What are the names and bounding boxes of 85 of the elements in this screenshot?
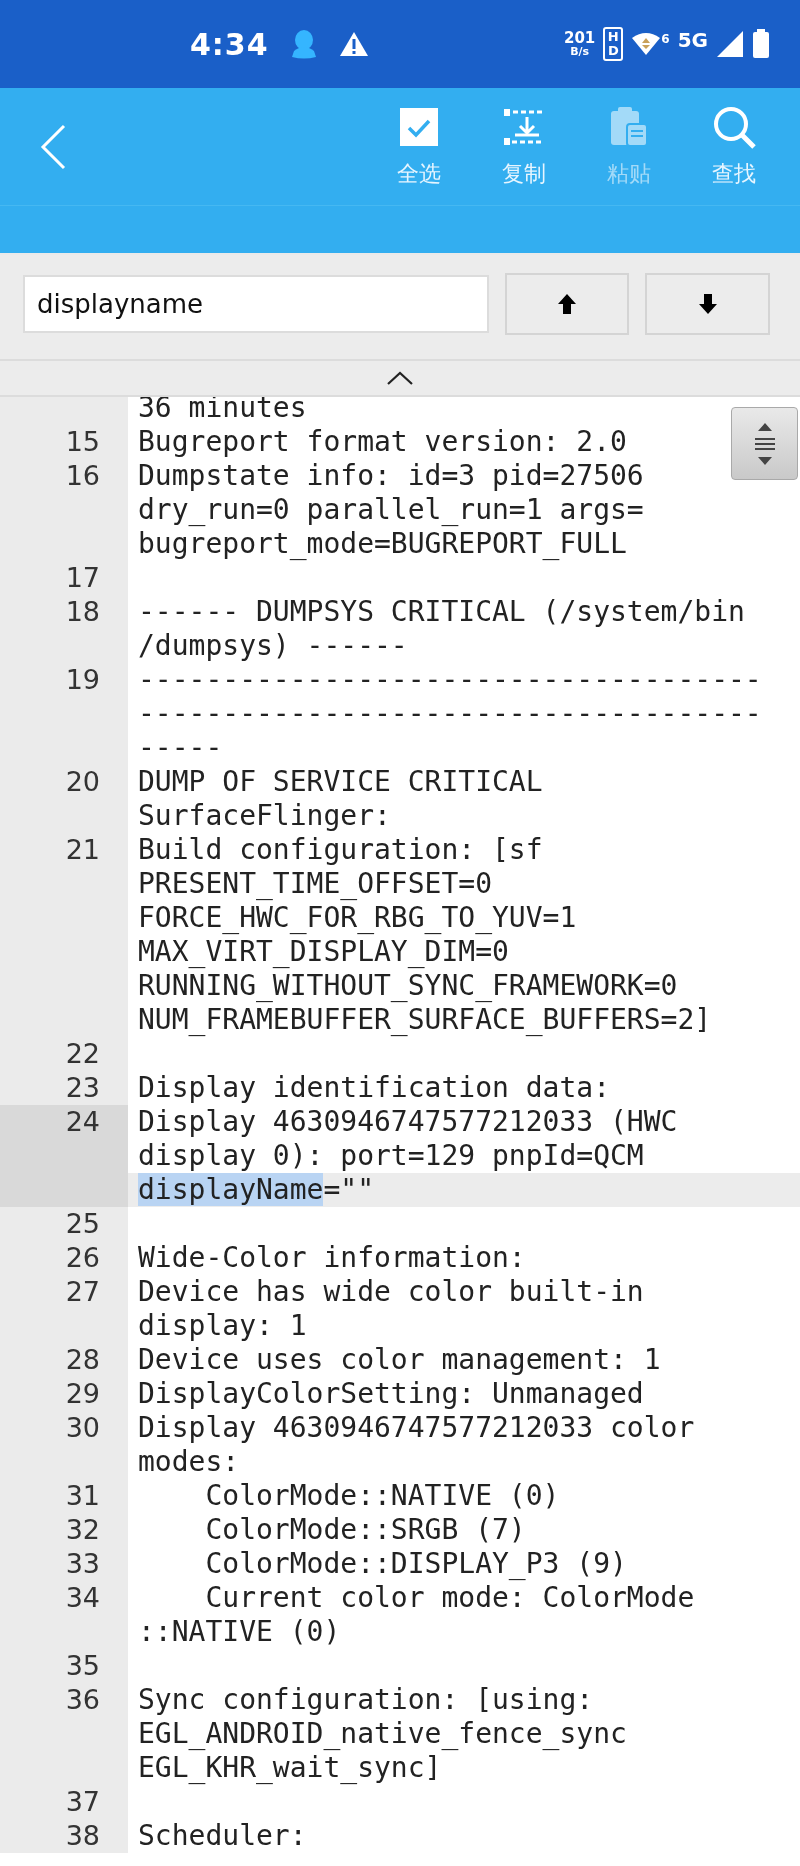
network-speed: 201 B/s xyxy=(564,30,596,58)
code-line: ------------------------------------- xyxy=(138,697,762,731)
line-number: 21 xyxy=(64,833,101,867)
back-icon xyxy=(40,123,66,170)
up-arrow-icon xyxy=(558,294,576,314)
line-number: 29 xyxy=(64,1377,101,1411)
line-number: 24 xyxy=(0,1105,128,1207)
line-number: 18 xyxy=(64,595,101,629)
code-line: ColorMode::NATIVE (0) xyxy=(204,1479,560,1513)
caret-icon xyxy=(387,371,413,385)
line-number: 37 xyxy=(64,1785,101,1819)
line-number: 20 xyxy=(64,765,101,799)
line-number: 17 xyxy=(64,561,101,595)
code-line: Current color mode: ColorMode xyxy=(204,1581,695,1615)
search-field[interactable]: displayname xyxy=(23,275,489,333)
fast-scroll-handle[interactable] xyxy=(731,407,798,480)
toolbar-action[interactable]: 全选 xyxy=(366,104,471,189)
code-line: MAX_VIRT_DISPLAY_DIM=0 xyxy=(138,935,509,969)
line-number: 35 xyxy=(64,1649,101,1683)
clock-time: 4:34 xyxy=(190,26,269,62)
line-number: 26 xyxy=(64,1241,101,1275)
wifi-standard-label: 6 xyxy=(661,32,670,46)
toolbar-action[interactable]: 复制 xyxy=(471,104,576,189)
line-number: 36 xyxy=(64,1683,101,1717)
code-line: RUNNING_WITHOUT_SYNC_FRAMEWORK=0 xyxy=(138,969,678,1003)
code-line: bugreport_mode=BUGREPORT_FULL xyxy=(138,527,627,561)
code-line: Wide-Color information: xyxy=(138,1241,526,1275)
line-number: 23 xyxy=(64,1071,101,1105)
search-icon xyxy=(711,104,756,149)
wifi-icon xyxy=(631,32,662,56)
hd-badge: HD xyxy=(603,27,624,61)
line-number: 34 xyxy=(64,1581,101,1615)
code-line: ::NATIVE (0) xyxy=(138,1615,341,1649)
code-line: ------------------------------------- xyxy=(138,663,762,697)
code-line: Display identification data: xyxy=(138,1071,610,1105)
line-number: 28 xyxy=(64,1343,101,1377)
line-number: 32 xyxy=(64,1513,101,1547)
code-line: EGL_KHR_wait_sync] xyxy=(138,1751,442,1785)
code-line: Build configuration: [sf xyxy=(138,833,543,867)
code-line: Display 4630946747577212033 color xyxy=(138,1411,695,1445)
code-line: FORCE_HWC_FOR_RBG_TO_YUV=1 xyxy=(138,901,577,935)
code-line: dry_run=0 parallel_run=1 args= xyxy=(138,493,644,527)
copy-icon xyxy=(502,106,545,147)
code-line: Bugreport format version: 2.0 xyxy=(138,425,627,459)
code-line: modes: xyxy=(138,1445,240,1479)
network-type: 5G xyxy=(677,28,708,52)
battery-icon xyxy=(752,29,770,59)
scroll-grip-icon xyxy=(753,422,776,465)
code-line: display 0): port=129 pnpId=QCM xyxy=(138,1139,644,1173)
previous-match-button[interactable] xyxy=(504,273,630,335)
code-line: PRESENT_TIME_OFFSET=0 xyxy=(138,867,492,901)
code-line: Device uses color management: 1 xyxy=(138,1343,661,1377)
code-line: ColorMode::SRGB (7) xyxy=(204,1513,526,1547)
line-number: 27 xyxy=(64,1275,101,1309)
line-number: 19 xyxy=(64,663,101,697)
down-arrow-icon xyxy=(698,294,717,314)
code-line: NUM_FRAMEBUFFER_SURFACE_BUFFERS=2] xyxy=(138,1003,712,1037)
checkbox-icon xyxy=(398,106,439,147)
code-line: /dumpsys) ------ xyxy=(138,629,408,663)
code-line: ColorMode::DISPLAY_P3 (9) xyxy=(204,1547,627,1581)
code-line: DisplayColorSetting: Unmanaged xyxy=(138,1377,644,1411)
code-line: Dumpstate info: id=3 pid=27506 xyxy=(138,459,644,493)
line-number: 33 xyxy=(64,1547,101,1581)
warning-icon xyxy=(338,31,369,57)
code-line: EGL_ANDROID_native_fence_sync xyxy=(138,1717,627,1751)
signal-icon xyxy=(716,30,744,58)
line-number: 16 xyxy=(64,459,101,493)
line-number: 30 xyxy=(64,1411,101,1445)
code-line: Device has wide color built-in xyxy=(138,1275,644,1309)
toolbar-action[interactable]: 查找 xyxy=(681,104,786,189)
line-number: 31 xyxy=(64,1479,101,1513)
line-number: 25 xyxy=(64,1207,101,1241)
code-line: ----- xyxy=(138,731,223,765)
code-line: Display 4630946747577212033 (HWC xyxy=(138,1105,678,1139)
line-number: 15 xyxy=(64,425,101,459)
code-line: display: 1 xyxy=(138,1309,307,1343)
code-line: DUMP OF SERVICE CRITICAL xyxy=(138,765,543,799)
code-line: Sync configuration: [using: xyxy=(138,1683,594,1717)
line-number: 22 xyxy=(64,1037,101,1071)
next-match-button[interactable] xyxy=(645,273,770,335)
code-line: Scheduler: xyxy=(138,1819,307,1853)
clipboard-icon xyxy=(608,105,649,148)
line-number: 38 xyxy=(64,1819,101,1853)
code-line: ------ DUMPSYS CRITICAL (/system/bin xyxy=(138,595,745,629)
code-line: SurfaceFlinger: xyxy=(138,799,391,833)
